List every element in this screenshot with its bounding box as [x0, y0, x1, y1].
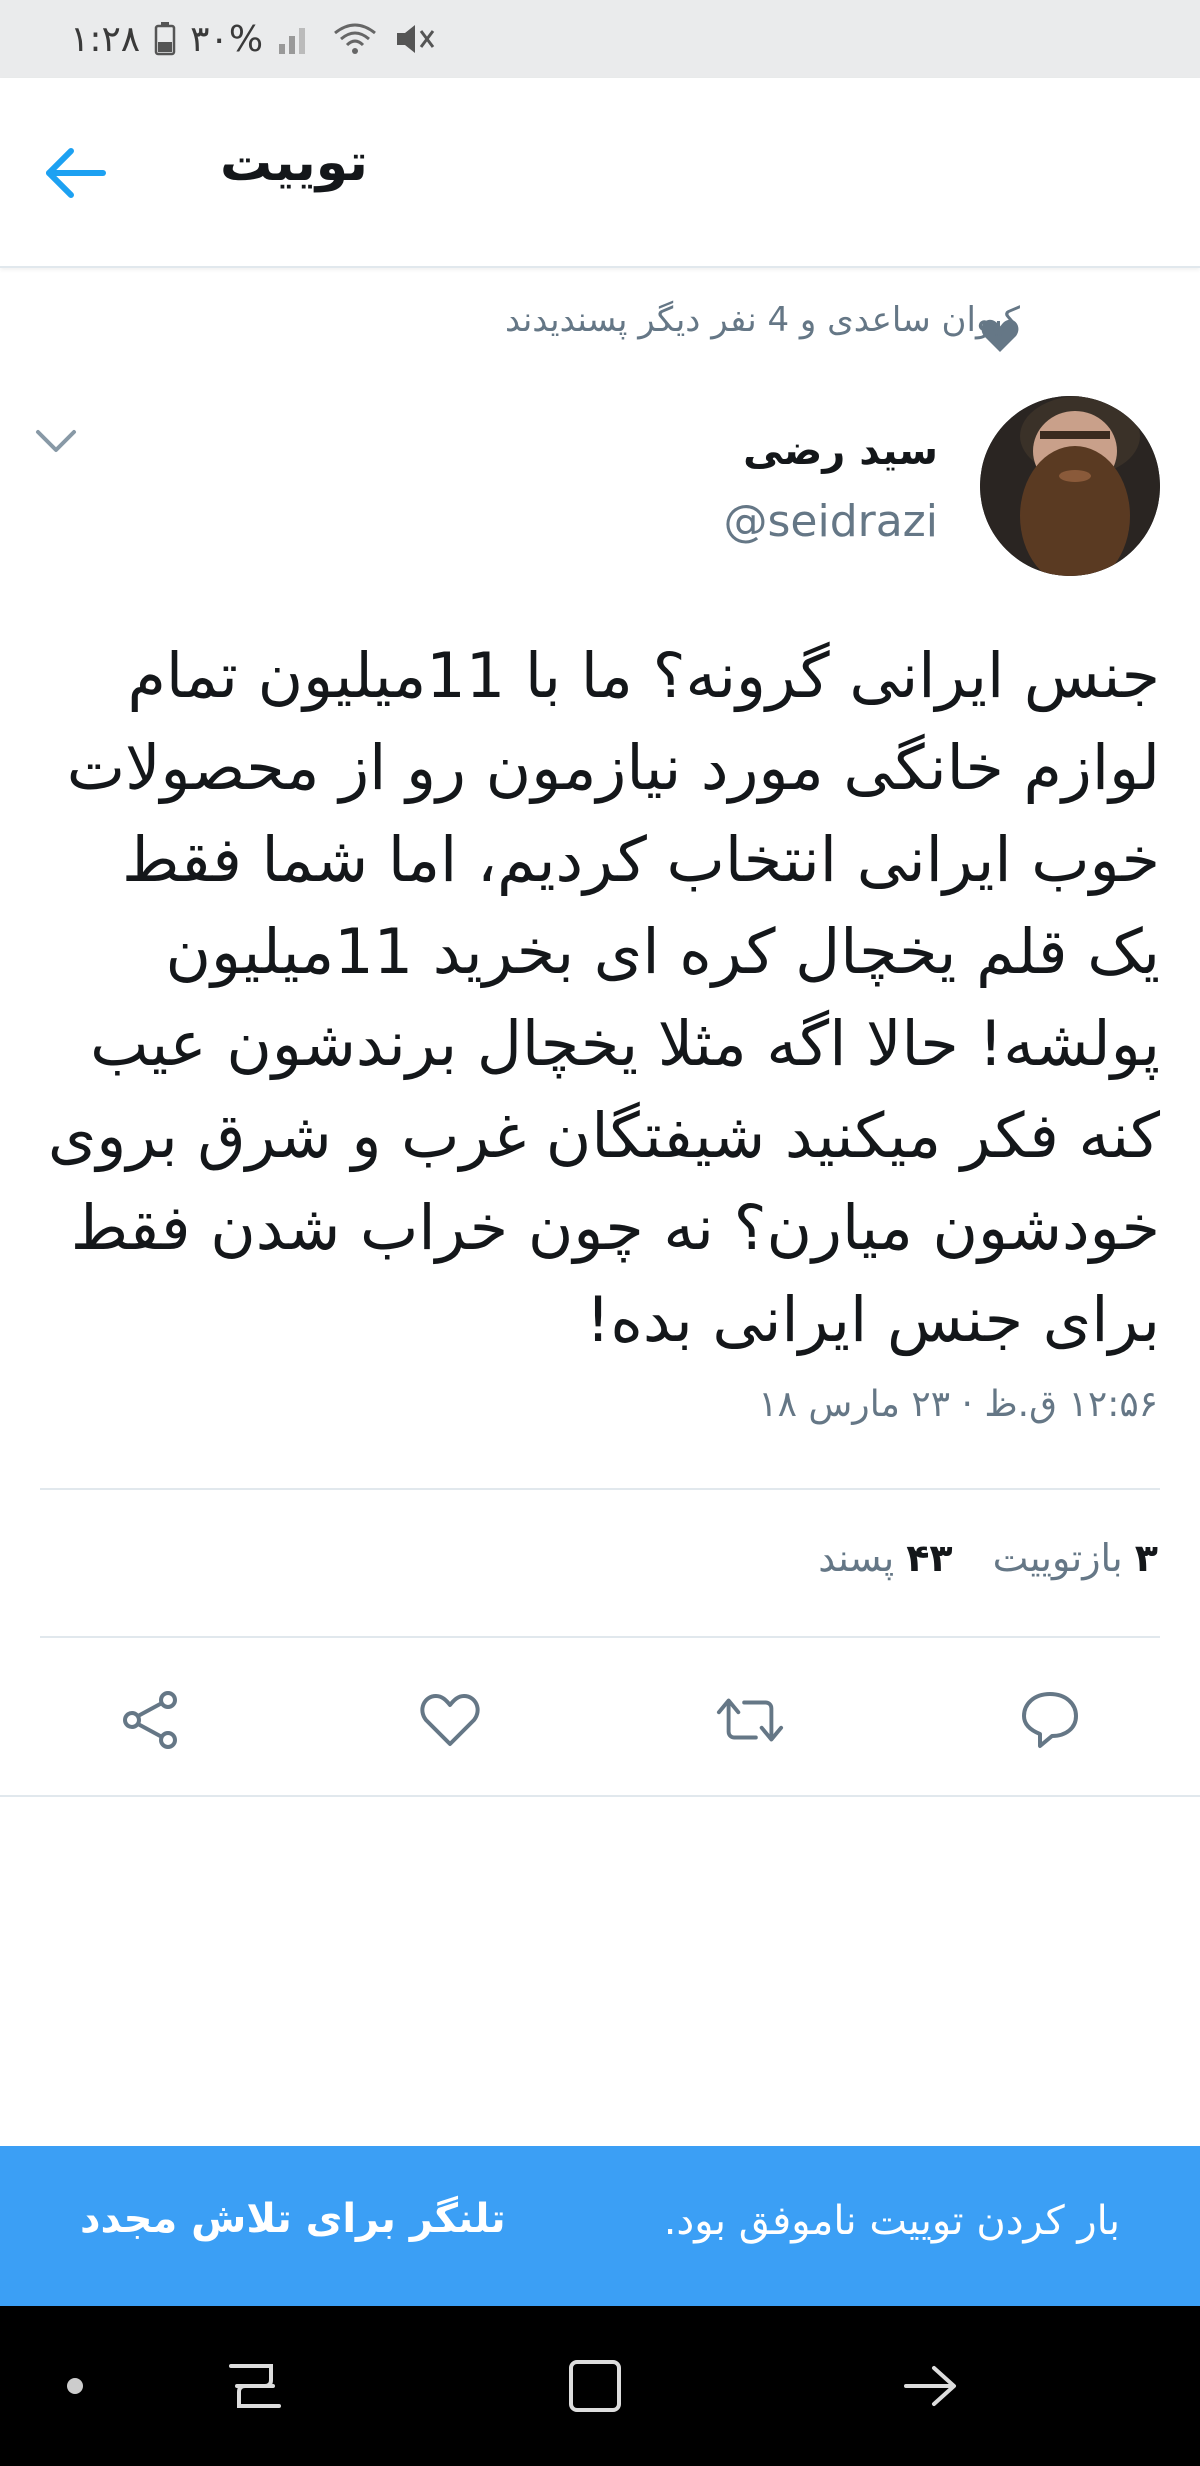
share-icon	[123, 1691, 177, 1749]
tweet-actions	[0, 1665, 1200, 1770]
like-button[interactable]	[415, 1685, 485, 1755]
nav-dot-button[interactable]	[35, 2346, 115, 2426]
author-name[interactable]: سید رضی	[743, 428, 938, 474]
retweets-count: ۳	[1134, 1536, 1158, 1580]
tweet-text: جنس ایرانی گرونه؟ ما با 11میلیون تمام لو…	[40, 630, 1160, 1366]
retweets-label: بازتوییت	[992, 1536, 1123, 1580]
likes-stat[interactable]: ۴۳ پسند	[818, 1536, 952, 1580]
dot-icon	[67, 2378, 83, 2394]
back-nav-button[interactable]	[890, 2346, 970, 2426]
tweet-line: برای جنس ایرانی بده!	[585, 1283, 1160, 1356]
liked-by-text[interactable]: کیوان ساعدی و 4 نفر دیگر پسندیدند	[505, 300, 1020, 340]
recents-icon	[229, 2364, 281, 2408]
tweet-line: لوازم خانگی مورد نیازمون رو از محصولات	[66, 731, 1160, 804]
retry-button[interactable]: تلنگر برای تلاش مجدد	[80, 2196, 506, 2242]
back-button[interactable]	[40, 138, 110, 208]
wifi-icon	[331, 21, 379, 57]
snackbar-message: بار کردن توییت ناموفق بود.	[663, 2198, 1120, 2244]
status-time: ۱:۲۸	[70, 18, 141, 60]
retweets-stat[interactable]: ۳ بازتوییت	[993, 1536, 1158, 1580]
avatar[interactable]	[980, 396, 1160, 576]
reply-button[interactable]	[1015, 1685, 1085, 1755]
arrow-left-icon	[46, 148, 106, 198]
likes-label: پسند	[818, 1536, 895, 1580]
share-button[interactable]	[115, 1685, 185, 1755]
tweet-line: یک قلم یخچال کره ای بخرید 11میلیون	[165, 915, 1160, 988]
tweet-line: کنه فکر میکنید شیفتگان غرب و شرق بروی	[47, 1099, 1160, 1172]
home-button[interactable]	[555, 2346, 635, 2426]
tweet-stats: ۳ بازتوییت ۴۳ پسند	[818, 1536, 1158, 1580]
battery-icon	[154, 22, 176, 56]
heart-outline-icon	[420, 1694, 480, 1746]
signal-icon	[277, 22, 317, 56]
recents-button[interactable]	[215, 2346, 295, 2426]
divider	[0, 1795, 1200, 1797]
status-bar: ۱:۲۸ ۳۰%	[0, 0, 1200, 78]
page-title: توییت	[220, 133, 368, 193]
tweet-line: خودشون میارن؟ نه چون خراب شدن فقط	[70, 1191, 1160, 1264]
likes-count: ۴۳	[906, 1536, 953, 1580]
mute-icon	[393, 21, 437, 57]
reply-icon	[1022, 1692, 1078, 1748]
system-nav-bar	[0, 2306, 1200, 2466]
home-icon	[569, 2360, 621, 2412]
retweet-button[interactable]	[715, 1685, 785, 1755]
retweet-icon	[716, 1698, 784, 1742]
chevron-down-icon[interactable]	[34, 426, 78, 460]
tweet-line: جنس ایرانی گرونه؟ ما با 11میلیون تمام	[127, 639, 1160, 712]
tweet-line: پولشه! حالا اگه مثلا یخچال برندشون عیب	[90, 1007, 1160, 1080]
divider	[40, 1488, 1160, 1490]
error-snackbar: بار کردن توییت ناموفق بود. تلنگر برای تل…	[0, 2146, 1200, 2306]
author-handle[interactable]: @seidrazi	[723, 496, 938, 547]
tweet-line: خوب ایرانی انتخاب کردیم، اما شما فقط	[121, 823, 1160, 896]
back-arrow-icon	[904, 2366, 956, 2406]
battery-percent: ۳۰%	[190, 18, 264, 60]
divider	[40, 1636, 1160, 1638]
tweet-timestamp: ۱۲:۵۶ ق.ظ · ۲۳ مارس ۱۸	[758, 1384, 1158, 1425]
app-header: توییت	[0, 78, 1200, 268]
